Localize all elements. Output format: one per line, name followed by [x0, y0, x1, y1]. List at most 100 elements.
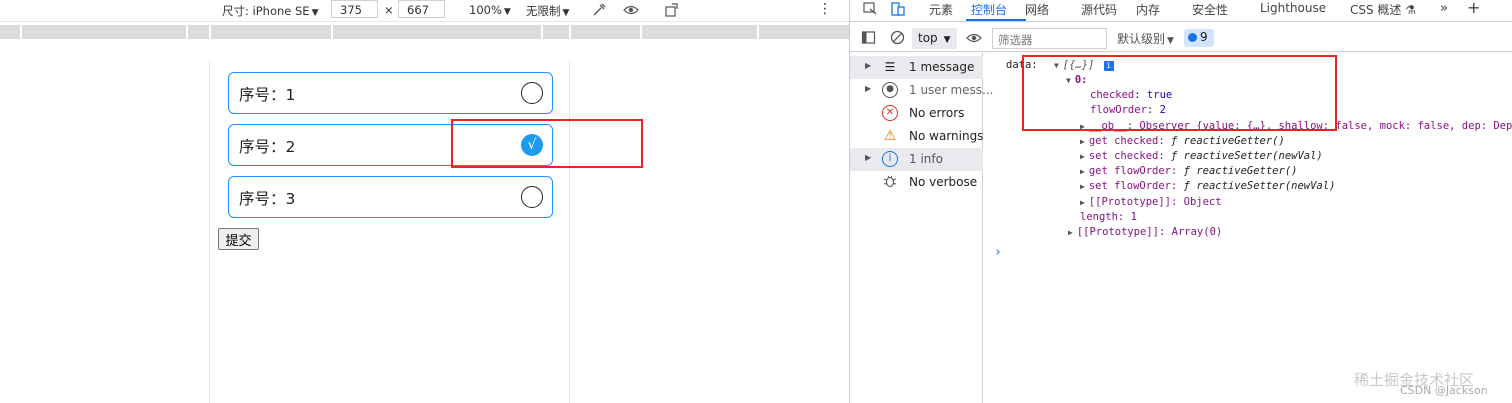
expand-arrow-icon[interactable]: ▶ — [1080, 198, 1085, 207]
function-glyph: ƒ — [1171, 150, 1178, 162]
device-select[interactable]: 尺寸: iPhone SE ▼ — [222, 3, 319, 19]
sidebar-toggle-icon[interactable] — [861, 30, 876, 49]
log-line-proto-object[interactable]: ▶ [[Prototype]]: Object — [1080, 196, 1222, 208]
rotate-icon[interactable] — [664, 2, 680, 22]
issues-icon — [1188, 33, 1197, 42]
expand-arrow-icon[interactable]: ▶ — [1068, 228, 1073, 237]
function-name: reactiveGetter() — [1196, 165, 1298, 177]
devtools-tabs: 元素 控制台 网络 源代码 内存 安全性 Lighthouse CSS 概述 ⚗… — [850, 0, 1512, 22]
user-icon: ● — [882, 82, 898, 98]
function-glyph: ƒ — [1183, 180, 1190, 192]
context-select[interactable]: top ▼ — [912, 28, 957, 49]
expand-arrow-icon[interactable]: ▶ — [1080, 182, 1085, 191]
sidebar-item-label: 1 message — [909, 60, 975, 74]
prop-key: set flowOrder: — [1088, 180, 1178, 192]
expand-arrow-icon[interactable]: ▶ — [865, 153, 871, 162]
log-line-set-checked[interactable]: ▶ set checked: ƒ reactiveSetter(newVal) — [1080, 150, 1323, 162]
dimension-separator: × — [384, 3, 394, 17]
width-input[interactable]: 375 — [331, 0, 378, 18]
tab-lighthouse[interactable]: Lighthouse — [1260, 1, 1326, 15]
media-query-ruler[interactable] — [0, 25, 849, 39]
expand-arrow-icon[interactable]: ▶ — [865, 84, 871, 93]
prototype-text: [[Prototype]]: Array(0) — [1076, 226, 1223, 238]
function-name: reactiveSetter(newVal) — [1183, 150, 1323, 162]
prop-key: get flowOrder: — [1088, 165, 1178, 177]
tab-memory[interactable]: 内存 — [1136, 1, 1160, 18]
sidebar-item-user-messages[interactable]: ▶ ● 1 user mess... — [850, 79, 993, 102]
device-toolbar: 尺寸: iPhone SE ▼ 375 × 667 100% ▼ 无限制 ▼ ⋮ — [0, 0, 849, 22]
phone-viewport: 序号：1 序号：2 √ 序号：3 提交 — [209, 62, 570, 403]
bug-icon — [882, 174, 898, 190]
eye-icon[interactable] — [623, 2, 639, 22]
expand-arrow-icon[interactable]: ▶ — [1080, 152, 1085, 161]
console-prompt-icon[interactable]: › — [994, 245, 1002, 260]
console-sidebar: ▶ ☰ 1 message ▶ ● 1 user mess... ✕ No er… — [850, 53, 993, 403]
log-line-get-flow[interactable]: ▶ get flowOrder: ƒ reactiveGetter() — [1080, 165, 1297, 177]
issues-counter[interactable]: 9 — [1184, 29, 1214, 47]
error-icon: ✕ — [882, 105, 898, 121]
sidebar-item-verbose[interactable]: No verbose — [850, 171, 983, 194]
sidebar-item-errors[interactable]: ✕ No errors — [850, 102, 983, 125]
eyedropper-icon[interactable] — [591, 2, 607, 22]
more-options-icon[interactable]: ⋮ — [818, 1, 832, 17]
length-text: length: 1 — [1080, 211, 1137, 223]
list-item[interactable]: 序号：1 — [228, 72, 553, 114]
sidebar-item-label: No errors — [909, 106, 965, 120]
more-tabs-icon[interactable]: » — [1440, 1, 1448, 16]
submit-button[interactable]: 提交 — [218, 228, 259, 250]
tab-security[interactable]: 安全性 — [1192, 1, 1228, 18]
console-toolbar: top ▼ 筛选器 默认级别 ▼ 9 — [850, 26, 1512, 52]
warning-icon: ⚠ — [883, 128, 897, 144]
filter-input[interactable]: 筛选器 — [992, 28, 1107, 49]
highlight-box — [1022, 55, 1337, 131]
sidebar-item-label: 1 user mess... — [909, 83, 994, 97]
function-glyph: ƒ — [1183, 165, 1190, 177]
item-label: 序号：3 — [239, 190, 296, 208]
radio-unchecked-icon[interactable] — [521, 186, 543, 208]
add-tab-icon[interactable]: + — [1467, 0, 1480, 17]
list-item[interactable]: 序号：3 — [228, 176, 553, 218]
tab-sources[interactable]: 源代码 — [1081, 1, 1117, 18]
function-name: reactiveGetter() — [1183, 135, 1285, 147]
function-name: reactiveSetter(newVal) — [1196, 180, 1336, 192]
watermark-secondary: CSDN @Jackson — [1400, 384, 1488, 397]
height-input[interactable]: 667 — [398, 0, 445, 18]
item-label: 序号：2 — [239, 138, 296, 156]
function-glyph: ƒ — [1171, 135, 1178, 147]
prototype-text: [[Prototype]]: Object — [1088, 196, 1222, 208]
sidebar-item-label: No warnings — [909, 129, 984, 143]
tab-network[interactable]: 网络 — [1025, 1, 1049, 18]
live-expression-eye-icon[interactable] — [966, 30, 982, 50]
devtools-panel: 元素 控制台 网络 源代码 内存 安全性 Lighthouse CSS 概述 ⚗… — [849, 0, 1512, 403]
item-label: 序号：1 — [239, 86, 296, 104]
sidebar-item-messages[interactable]: ▶ ☰ 1 message — [850, 56, 983, 79]
throttle-select[interactable]: 无限制 ▼ — [526, 3, 569, 19]
prop-key: get checked: — [1088, 135, 1165, 147]
log-levels-select[interactable]: 默认级别 ▼ — [1117, 30, 1174, 47]
zoom-select[interactable]: 100% ▼ — [469, 3, 511, 17]
expand-arrow-icon[interactable]: ▶ — [1080, 167, 1085, 176]
inspect-icon[interactable] — [862, 1, 878, 20]
list-icon: ☰ — [884, 60, 896, 74]
highlight-box — [451, 119, 643, 168]
tab-console[interactable]: 控制台 — [971, 1, 1007, 18]
expand-arrow-icon[interactable]: ▶ — [1080, 137, 1085, 146]
clear-console-icon[interactable] — [890, 30, 905, 49]
sidebar-item-warnings[interactable]: ⚠ No warnings — [850, 125, 984, 148]
tab-css-overview[interactable]: CSS 概述 ⚗ — [1350, 1, 1416, 18]
radio-unchecked-icon[interactable] — [521, 82, 543, 104]
active-tab-indicator — [966, 19, 1026, 21]
device-emulation-pane: 尺寸: iPhone SE ▼ 375 × 667 100% ▼ 无限制 ▼ ⋮ 序号… — [0, 0, 849, 403]
log-line-length: length: 1 — [1080, 211, 1137, 223]
device-toggle-icon[interactable] — [890, 1, 906, 20]
log-line-get-checked[interactable]: ▶ get checked: ƒ reactiveGetter() — [1080, 135, 1285, 147]
expand-arrow-icon[interactable]: ▶ — [865, 61, 871, 70]
info-icon: i — [882, 151, 898, 167]
log-line-proto-array[interactable]: ▶ [[Prototype]]: Array(0) — [1068, 226, 1222, 238]
prop-key: set checked: — [1088, 150, 1165, 162]
sidebar-item-info[interactable]: ▶ i 1 info — [850, 148, 983, 171]
sidebar-item-label: No verbose — [909, 175, 978, 189]
sidebar-item-label: 1 info — [909, 152, 943, 166]
log-line-set-flow[interactable]: ▶ set flowOrder: ƒ reactiveSetter(newVal) — [1080, 180, 1335, 192]
tab-elements[interactable]: 元素 — [929, 1, 953, 18]
